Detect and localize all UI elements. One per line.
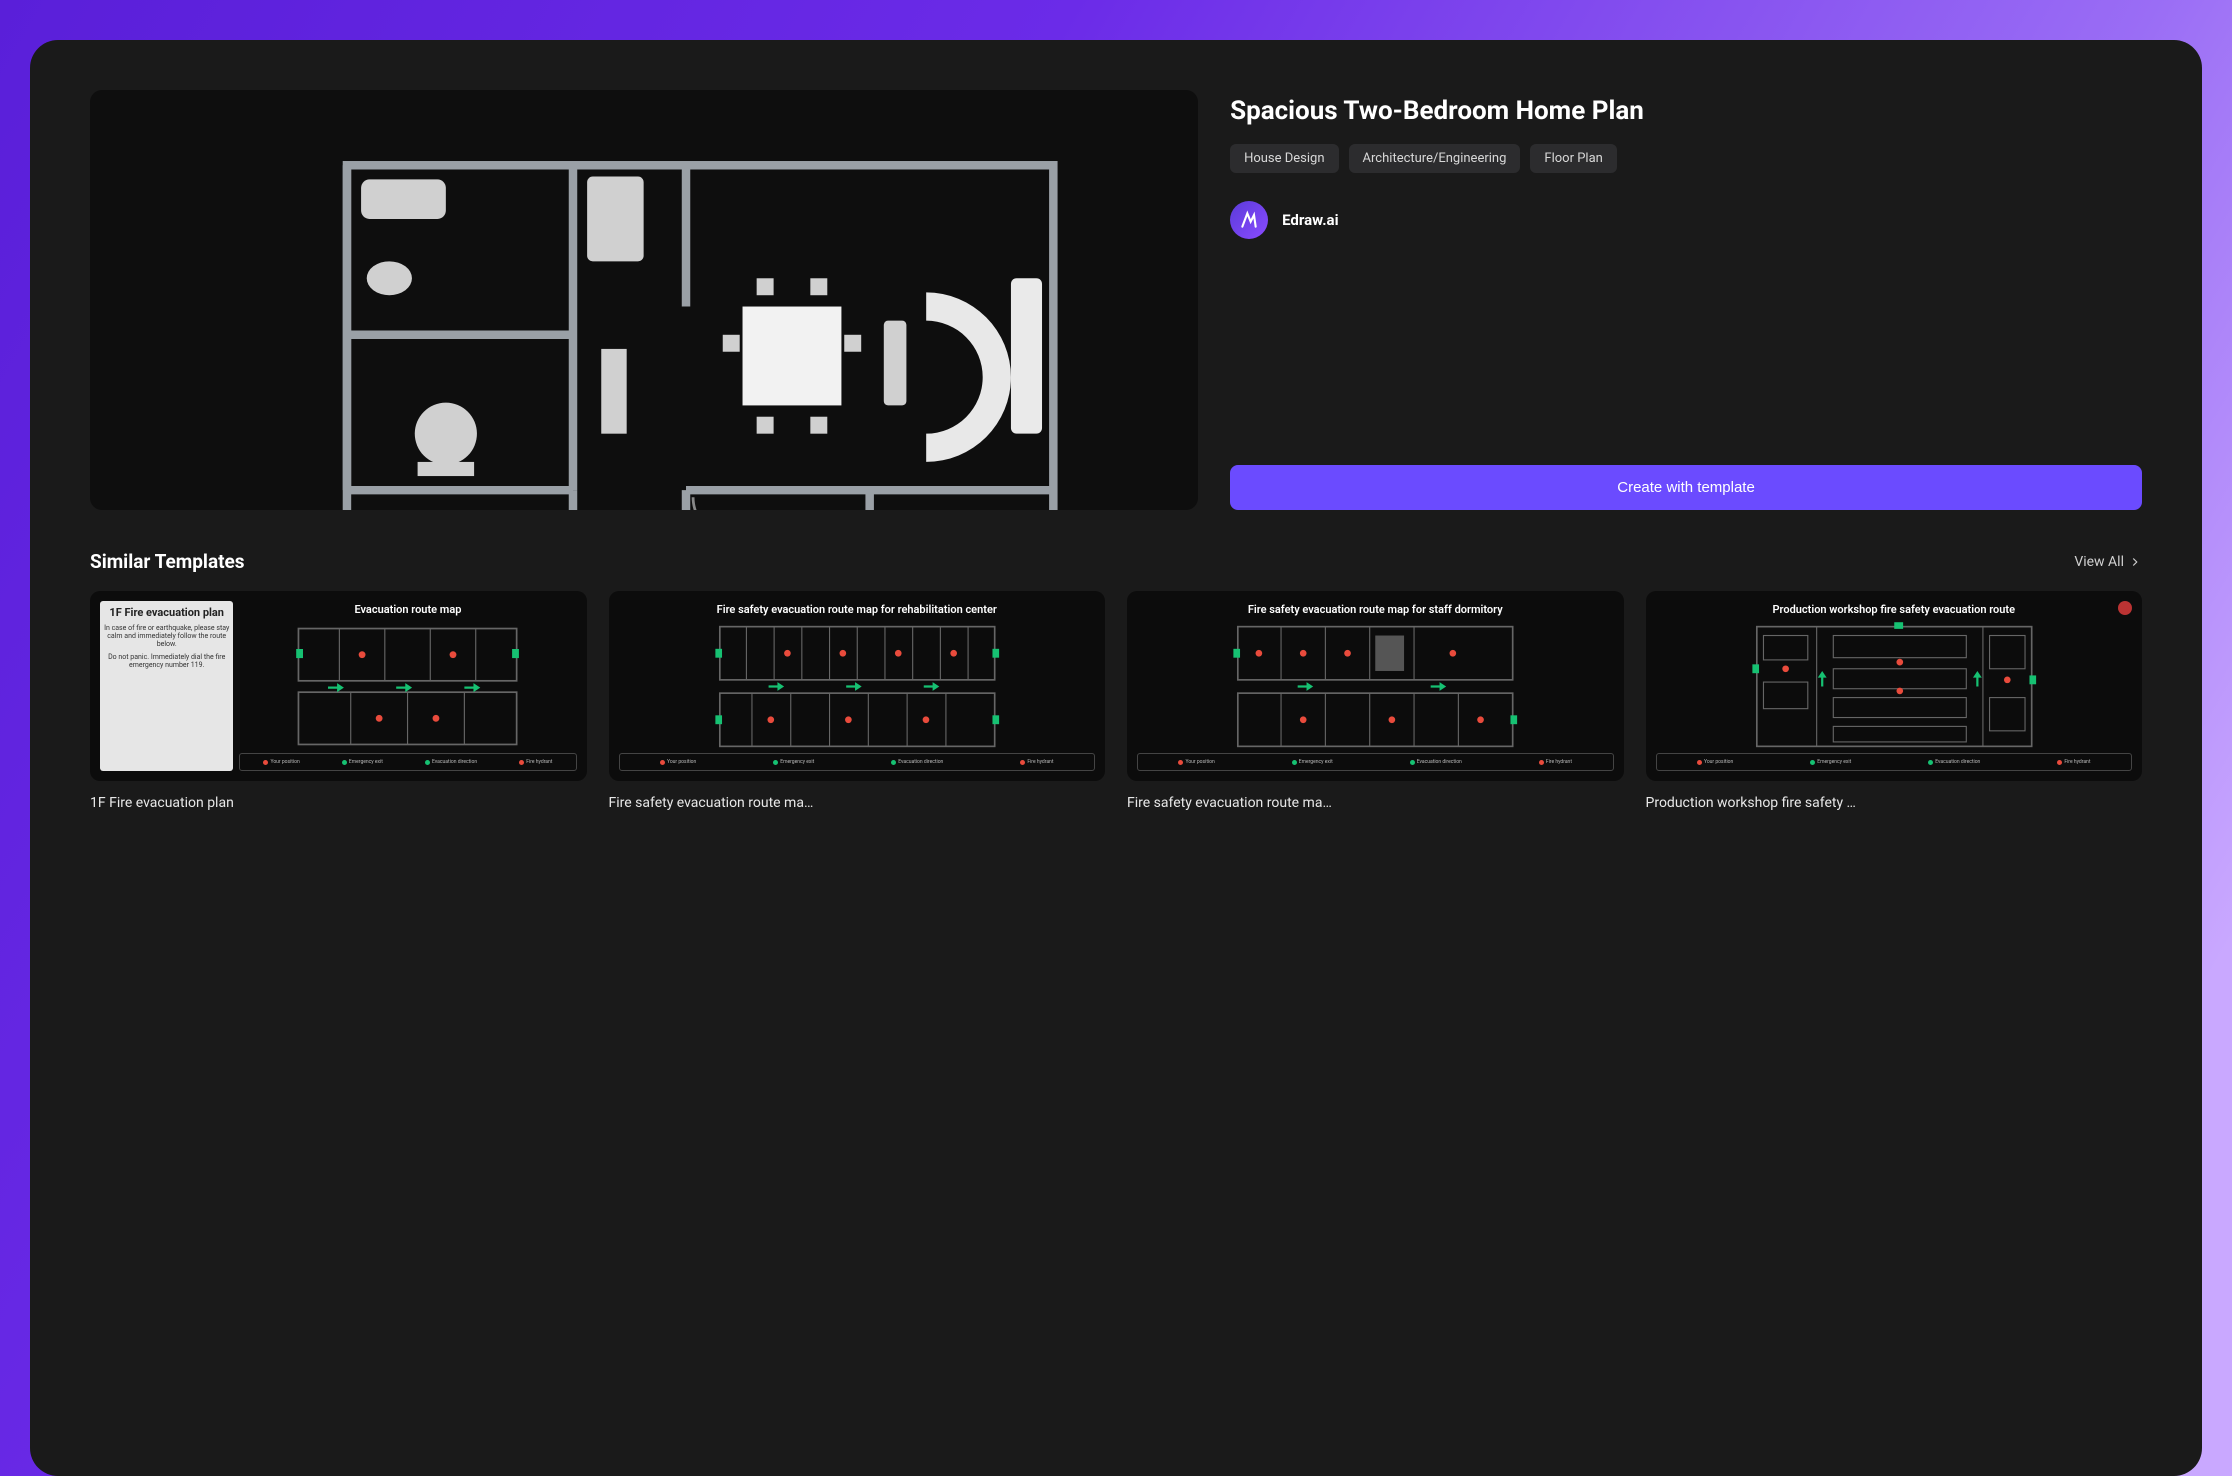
similar-thumb: Fire safety evacuation route map for sta… bbox=[1127, 591, 1624, 781]
thumb-inner-title: Fire safety evacuation route map for sta… bbox=[1137, 601, 1614, 620]
info-panel: Spacious Two-Bedroom Home Plan House Des… bbox=[1230, 90, 2142, 510]
author-row[interactable]: Edraw.ai bbox=[1230, 201, 2142, 239]
similar-thumb: Production workshop fire safety evacuati… bbox=[1646, 591, 2143, 781]
evac-map-icon bbox=[1656, 620, 2133, 753]
thumb-legend: Your position Emergency exit Evacuation … bbox=[619, 753, 1096, 771]
floorplan-svg bbox=[145, 137, 1142, 510]
similar-header: Similar Templates View All bbox=[90, 550, 2142, 573]
view-all-label: View All bbox=[2074, 554, 2124, 570]
evac-map-icon bbox=[619, 620, 1096, 753]
similar-card[interactable]: 1F Fire evacuation plan In case of fire … bbox=[90, 591, 587, 811]
create-with-template-button[interactable]: Create with template bbox=[1230, 465, 2142, 510]
tags-row: House Design Architecture/Engineering Fl… bbox=[1230, 144, 2142, 173]
evac-map-icon bbox=[1137, 620, 1614, 753]
thumb-legend: Your position Emergency exit Evacuation … bbox=[239, 753, 576, 771]
tag-floor-plan[interactable]: Floor Plan bbox=[1530, 144, 1616, 173]
thumb-main: Evacuation route map Your position Emerg… bbox=[239, 601, 576, 771]
similar-thumb: Fire safety evacuation route map for reh… bbox=[609, 591, 1106, 781]
evac-map-icon bbox=[239, 624, 576, 749]
author-avatar-icon bbox=[1230, 201, 1268, 239]
chevron-right-icon bbox=[2128, 555, 2142, 569]
thumb-inner-title-row: Production workshop fire safety evacuati… bbox=[1656, 601, 2133, 620]
tag-house-design[interactable]: House Design bbox=[1230, 144, 1338, 173]
thumb-legend: Your position Emergency exit Evacuation … bbox=[1656, 753, 2133, 771]
top-row: POWERED BY EDRAW.AI Spacious Two-Bedroom… bbox=[90, 90, 2142, 510]
similar-card[interactable]: Production workshop fire safety evacuati… bbox=[1646, 591, 2143, 811]
preview-panel: POWERED BY EDRAW.AI bbox=[90, 90, 1198, 510]
similar-card[interactable]: Fire safety evacuation route map for reh… bbox=[609, 591, 1106, 811]
floorplan-canvas[interactable] bbox=[90, 90, 1198, 510]
tag-architecture[interactable]: Architecture/Engineering bbox=[1349, 144, 1521, 173]
similar-caption: Fire safety evacuation route ma… bbox=[609, 795, 1106, 811]
thumb-side-panel: 1F Fire evacuation plan In case of fire … bbox=[100, 601, 233, 771]
similar-grid: 1F Fire evacuation plan In case of fire … bbox=[90, 591, 2142, 811]
thumb-inner-title: Production workshop fire safety evacuati… bbox=[1772, 603, 2015, 616]
thumb-legend: Your position Emergency exit Evacuation … bbox=[1137, 753, 1614, 771]
fire-badge-icon bbox=[2118, 601, 2132, 615]
author-name: Edraw.ai bbox=[1282, 211, 1338, 229]
similar-thumb: 1F Fire evacuation plan In case of fire … bbox=[90, 591, 587, 781]
similar-card[interactable]: Fire safety evacuation route map for sta… bbox=[1127, 591, 1624, 811]
view-all-link[interactable]: View All bbox=[2074, 554, 2142, 570]
thumb-inner-title: Evacuation route map bbox=[239, 601, 576, 620]
thumb-side-title: 1F Fire evacuation plan bbox=[104, 607, 229, 620]
app-window: POWERED BY EDRAW.AI Spacious Two-Bedroom… bbox=[30, 40, 2202, 1476]
thumb-inner-title: Fire safety evacuation route map for reh… bbox=[619, 601, 1096, 620]
similar-caption: 1F Fire evacuation plan bbox=[90, 795, 587, 811]
similar-caption: Fire safety evacuation route ma… bbox=[1127, 795, 1624, 811]
similar-caption: Production workshop fire safety … bbox=[1646, 795, 2143, 811]
template-title: Spacious Two-Bedroom Home Plan bbox=[1230, 96, 2142, 126]
similar-templates-heading: Similar Templates bbox=[90, 550, 245, 573]
